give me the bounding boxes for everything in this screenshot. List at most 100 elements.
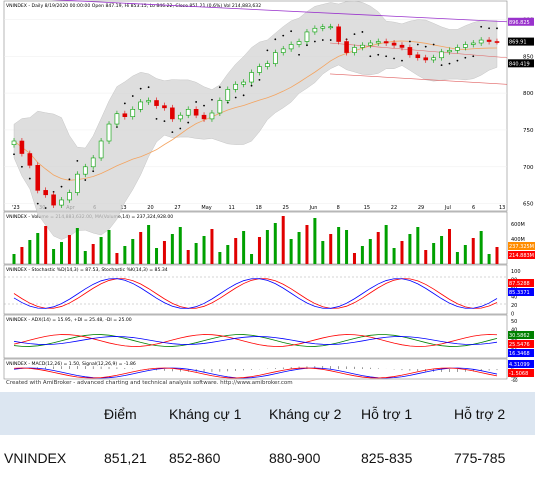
sar-dot [266,49,269,52]
x-tick-label: 25 [283,205,289,211]
macd-tag-label: 4.31099 [509,362,530,368]
volume-bar [376,232,380,264]
cell-r2: 880-900 [269,450,321,466]
candle-body [233,83,239,90]
sar-dot [361,31,364,33]
sar-dot [155,117,158,120]
chart-area: VNINDEX - Daily 8/19/2020 00:00:00 Open … [0,0,535,390]
candle-body [201,114,207,120]
candle-body [375,41,381,44]
cell-price: 851,21 [104,450,147,466]
candle-body [423,57,429,61]
candle-body [352,47,357,53]
sar-dot [203,104,205,107]
sar-dot [353,33,356,36]
volume-bar [210,229,214,264]
volume-bar [337,227,341,264]
volume-bar [432,243,436,264]
volume-bar [91,244,95,264]
sar-dot [211,98,213,101]
volume-bar [440,236,444,264]
volume-bar [194,243,198,264]
volume-bar [408,234,412,264]
candle-body [82,166,88,175]
x-tick-label: 6 [472,205,475,211]
volume-bar [186,250,190,264]
adx-tag-label: 25.5476 [509,342,530,348]
candle-body [170,107,175,120]
candle-body [257,66,262,73]
volume-bar [218,252,222,264]
y-tick-label: 750 [523,128,534,134]
candle-body [391,42,397,46]
volume-bar [297,232,301,264]
sar-dot [21,165,23,168]
volume-bar [313,218,317,264]
cell-r1: 852-860 [169,450,221,466]
sar-dot [68,178,71,181]
candle-body [67,192,72,201]
candle-body [51,194,56,206]
volume-bar [99,237,103,264]
sar-dot [321,39,324,41]
volume-bar [12,254,16,264]
y-tick-label: 650 [523,202,534,208]
candle-body [494,41,500,43]
price-tag-label: 896.825 [509,20,530,26]
macd-tag-label: -1.5068 [509,371,528,377]
y-tick-label: 800 [523,91,534,97]
x-tick-label: 15 [364,205,370,211]
x-tick-label: 27 [174,205,180,211]
sar-dot [472,55,475,58]
sar-dot [92,170,95,173]
volume-bar [162,241,166,264]
adx-y-tick: 50 [511,319,517,325]
sar-dot [28,177,31,180]
volume-bar [170,234,174,264]
candle-body [486,39,492,42]
header-s2: Hỗ trợ 2 [454,392,535,435]
sar-dot [393,57,395,60]
sar-dot [76,159,79,162]
sar-dot [496,27,498,30]
candle-body [272,52,278,64]
adx-tag-label: 16.3468 [509,351,530,357]
x-tick-label: 20 [147,205,153,211]
candle-body [209,112,215,120]
candle-body [368,42,373,46]
candle-body [265,63,270,67]
candle-body [463,44,468,48]
candle-body [288,44,294,50]
candle-body [130,109,136,117]
x-tick-label: May [201,205,211,211]
sar-dot [234,96,237,99]
header-r2: Kháng cự 2 [269,392,361,435]
candle-body [225,89,231,101]
header-s1: Hỗ trợ 1 [361,392,454,435]
volume-bar [155,248,159,264]
volume-bar [115,253,119,264]
candle-body [407,47,413,56]
candle-body [320,26,326,29]
candle-body [249,72,254,83]
candle-body [154,100,159,106]
volume-tag-label: 214.883M [509,253,534,259]
stoch-y-tick: 20 [511,303,517,309]
sar-dot [432,43,435,46]
sar-dot [258,78,261,81]
candle-body [360,44,365,48]
candle-body [478,39,484,44]
candle-body [90,157,96,168]
sar-dot [480,25,483,28]
volume-bar [178,227,182,264]
adx-tag-label: 30.5862 [509,333,530,339]
candle-body [344,41,349,53]
header-r1: Kháng cự 1 [169,392,269,435]
volume-bar [257,237,261,264]
sar-dot [187,121,190,124]
sar-dot [448,62,451,65]
stoch-y-tick: 100 [511,269,521,275]
candle-body [399,44,405,48]
volume-bar [139,232,143,264]
volume-bar [36,233,40,264]
